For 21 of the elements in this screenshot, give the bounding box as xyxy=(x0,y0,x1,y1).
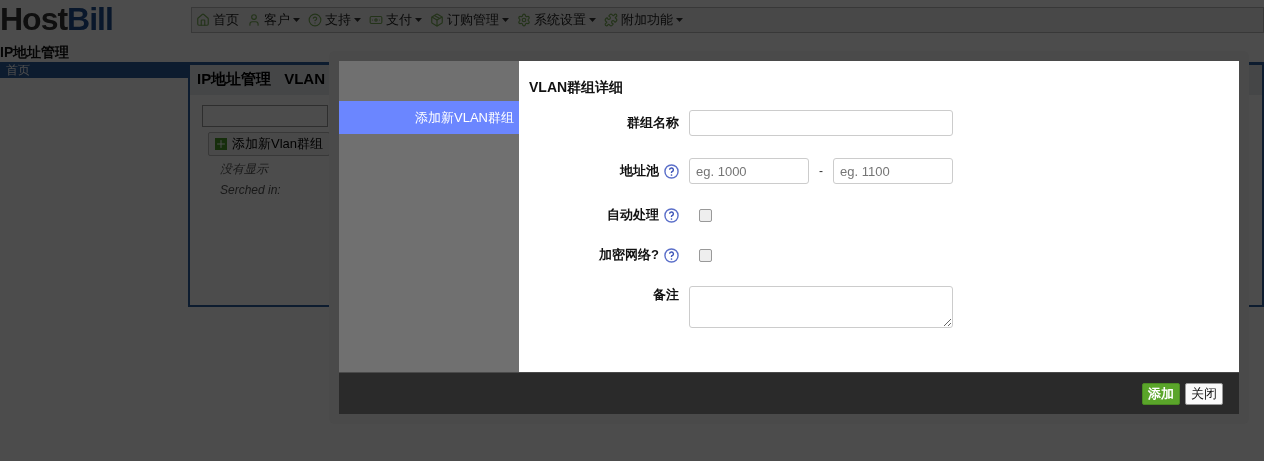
field-label: 群组名称 xyxy=(627,114,679,132)
field-label: 备注 xyxy=(653,286,679,304)
input-field[interactable]: eg. 1100 xyxy=(833,158,953,184)
field-label: 自动处理 xyxy=(607,206,659,224)
field-label: 加密网络? xyxy=(599,246,659,264)
help-icon[interactable] xyxy=(664,163,679,179)
sidebar-item[interactable]: 添加新VLAN群组 xyxy=(339,101,519,134)
textarea-field[interactable] xyxy=(689,286,953,328)
range-separator: - xyxy=(819,164,823,178)
checkbox[interactable] xyxy=(699,248,712,262)
logo: HostBill xyxy=(0,2,113,36)
modal-title: VLAN群组详细 xyxy=(529,79,625,97)
checkbox[interactable] xyxy=(699,208,712,222)
page-title: IP地址管理 xyxy=(0,43,71,62)
field-label: 地址池 xyxy=(620,162,659,180)
add-button[interactable]: 添加 xyxy=(1142,382,1180,405)
input-field[interactable]: eg. 1000 xyxy=(689,158,809,184)
input-field[interactable] xyxy=(689,110,953,136)
close-button[interactable]: 关闭 xyxy=(1185,382,1223,405)
help-icon[interactable] xyxy=(664,247,679,263)
help-icon[interactable] xyxy=(664,207,679,223)
